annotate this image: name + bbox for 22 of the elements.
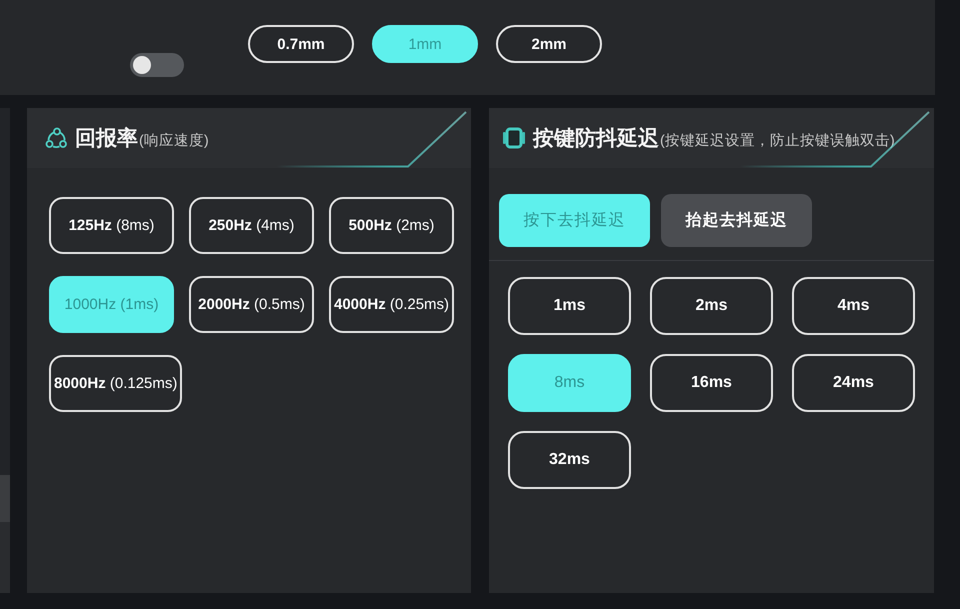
debounce-tab[interactable]: 抬起去抖延迟 [661,194,812,247]
report-rate-option[interactable]: 8000Hz (0.125ms) [49,355,182,412]
delay-option[interactable]: 32ms [508,431,631,489]
nodes-icon [45,127,67,149]
report-rate-option[interactable]: 500Hz (2ms) [329,197,454,254]
report-rate-option[interactable]: 125Hz (8ms) [49,197,174,254]
toggle-switch[interactable] [130,53,184,77]
distance-option[interactable]: 0.7mm [248,25,354,63]
panel-subtitle: (按键延迟设置，防止按键误触双击) [660,132,895,150]
delay-option[interactable]: 2ms [650,277,773,335]
distance-option[interactable]: 2mm [496,25,602,63]
report-rate-option[interactable]: 4000Hz (0.25ms) [329,276,454,333]
delay-option[interactable]: 1ms [508,277,631,335]
chip-icon [503,127,525,149]
delay-option[interactable]: 24ms [792,354,915,412]
report-rate-option[interactable]: 2000Hz (0.5ms) [189,276,314,333]
panel-title: 按键防抖延迟 [533,126,659,152]
panel-title: 回报率 [75,126,138,152]
delay-option[interactable]: 4ms [792,277,915,335]
panel-subtitle: (响应速度) [139,132,209,150]
delay-option[interactable]: 16ms [650,354,773,412]
report-rate-option[interactable]: 250Hz (4ms) [189,197,314,254]
